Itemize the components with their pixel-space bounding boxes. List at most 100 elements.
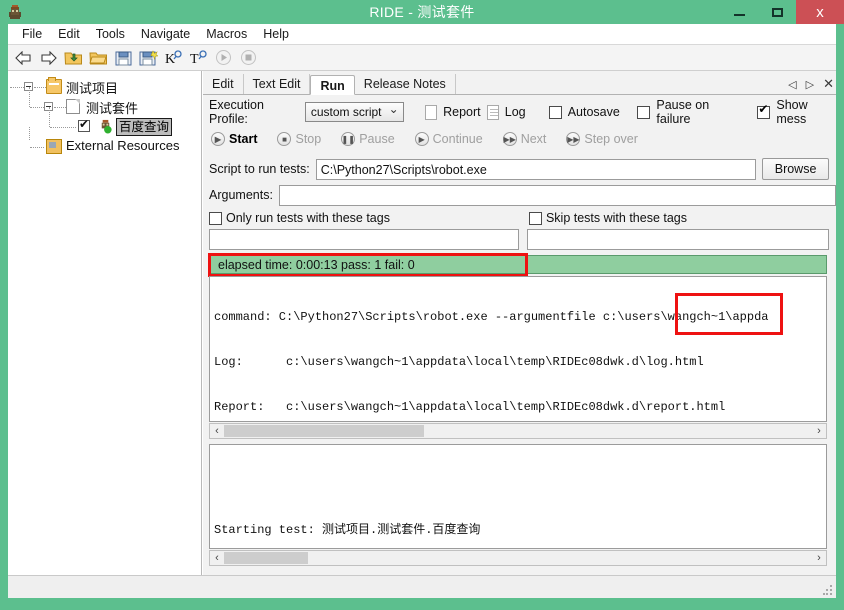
main-toolbar: K T [8, 45, 836, 71]
console-line: Report: c:\users\wangch~1\appdata\local\… [214, 400, 726, 414]
scroll-left-icon[interactable]: ‹ [210, 425, 224, 437]
tab-run[interactable]: Run [310, 75, 355, 95]
tag-input-row [203, 228, 836, 250]
save-all-icon[interactable] [137, 47, 160, 69]
console-hscrollbar[interactable]: ‹ › [209, 423, 827, 439]
arguments-input[interactable] [278, 184, 836, 206]
close-button[interactable]: x [796, 0, 844, 24]
browse-button[interactable]: Browse [761, 158, 830, 180]
title-bar: RIDE - 测试套件 x [0, 0, 844, 24]
minimize-icon [733, 14, 745, 16]
log-button[interactable]: Log [505, 105, 526, 119]
start-button[interactable]: ▶ Start [211, 132, 257, 146]
skip-tags-label: Skip tests with these tags [545, 211, 688, 225]
log-hscrollbar[interactable]: ‹ › [209, 550, 827, 566]
menu-item-edit[interactable]: Edit [50, 25, 88, 44]
resize-grip[interactable] [823, 585, 833, 595]
menu-item-tools[interactable]: Tools [88, 25, 133, 44]
next-button-label: Next [520, 132, 547, 146]
run-output-console[interactable]: command: C:\Python27\Scripts\robot.exe -… [209, 276, 827, 422]
skip-tags-input[interactable] [527, 228, 829, 250]
run-controls-row: ▶ Start ■ Stop ❚❚ Pause ▶ Continue ▶▶ Ne… [203, 127, 836, 151]
ride-application-window: RIDE - 测试套件 x File Edit Tools Navigate M… [0, 0, 844, 610]
next-button[interactable]: ▶▶ Next [502, 132, 547, 146]
continue-button-label: Continue [432, 132, 483, 146]
tab-close-icon[interactable]: ✕ [823, 76, 834, 92]
forward-arrow-icon[interactable] [37, 47, 60, 69]
scroll-thumb[interactable] [224, 425, 424, 437]
autosave-checkbox[interactable] [548, 105, 562, 119]
save-icon[interactable] [112, 47, 135, 69]
report-button[interactable]: Report [443, 105, 481, 119]
only-run-tags-input[interactable] [209, 228, 519, 250]
run-icon[interactable] [212, 47, 235, 69]
continue-button[interactable]: ▶ Continue [414, 132, 483, 146]
editor-pane: Edit Text Edit Run Release Notes ◁ ▷ ✕ E… [203, 71, 836, 575]
tab-navigation: ◁ ▷ ✕ [788, 76, 834, 92]
show-message-label: Show mess [776, 98, 808, 126]
menu-item-navigate[interactable]: Navigate [133, 25, 198, 44]
tree-node-testcase[interactable]: 百度查询 [8, 107, 201, 137]
only-run-tags-label: Only run tests with these tags [226, 211, 390, 225]
main-content: 测试项目 测试套件 ✔ 百度查询 External Resources Edit… [8, 71, 836, 575]
pause-button[interactable]: ❚❚ Pause [341, 132, 395, 146]
execution-profile-select[interactable]: custom script [304, 100, 404, 122]
maximize-button[interactable] [758, 0, 796, 24]
tab-release-notes[interactable]: Release Notes [354, 74, 456, 94]
scroll-track[interactable] [424, 425, 812, 437]
arguments-row: Arguments: [203, 183, 836, 207]
report-icon [424, 104, 438, 120]
skip-tags-checkbox[interactable] [528, 211, 542, 225]
menu-bar: File Edit Tools Navigate Macros Help [8, 24, 836, 45]
stop-icon: ■ [277, 132, 292, 146]
tree-connector [30, 147, 44, 148]
back-arrow-icon[interactable] [12, 47, 35, 69]
menu-item-file[interactable]: File [14, 25, 50, 44]
scroll-right-icon[interactable]: › [812, 552, 826, 564]
test-suite-tree[interactable]: 测试项目 测试套件 ✔ 百度查询 External Resources [8, 71, 202, 575]
step-over-button[interactable]: ▶▶ Step over [566, 132, 638, 146]
scroll-track[interactable] [308, 552, 812, 564]
tree-connector [50, 127, 76, 128]
tree-node-suite[interactable]: 测试套件 [8, 87, 201, 117]
search-tests-icon[interactable]: T [187, 47, 210, 69]
pause-on-failure-checkbox[interactable] [637, 105, 651, 119]
window-controls: x [720, 0, 844, 24]
minimize-button[interactable] [720, 0, 758, 24]
tree-node-project[interactable]: 测试项目 [8, 77, 201, 97]
pause-button-label: Pause [359, 132, 395, 146]
play-icon: ▶ [211, 132, 225, 146]
menu-item-macros[interactable]: Macros [198, 25, 255, 44]
script-label: Script to run tests: [209, 162, 310, 176]
stop-icon[interactable] [237, 47, 260, 69]
stop-button[interactable]: ■ Stop [277, 132, 321, 146]
open-folder-icon[interactable] [87, 47, 110, 69]
scroll-left-icon[interactable]: ‹ [210, 552, 224, 564]
search-keyword-icon[interactable]: K [162, 47, 185, 69]
tree-connector [29, 87, 30, 107]
only-run-tags-checkbox[interactable] [209, 211, 222, 225]
scroll-thumb[interactable] [224, 552, 308, 564]
run-message-log[interactable]: Starting test: 测试项目.测试套件.百度查询 20190110 1… [209, 444, 827, 549]
open-directory-icon[interactable] [62, 47, 85, 69]
tab-prev-icon[interactable]: ◁ [788, 78, 796, 91]
log-line: Starting test: 测试项目.测试套件.百度查询 [214, 523, 481, 537]
window-status-bar [8, 575, 836, 598]
script-input[interactable]: C:\Python27\Scripts\robot.exe [315, 158, 756, 180]
tab-next-icon[interactable]: ▷ [806, 78, 814, 91]
step-over-icon: ▶▶ [566, 132, 581, 146]
tree-node-external-resources-label: External Resources [66, 138, 180, 153]
show-message-checkbox[interactable] [757, 102, 771, 119]
autosave-label: Autosave [567, 105, 620, 119]
run-panel: Execution Profile: custom script Report … [203, 95, 836, 575]
tree-connector [49, 107, 50, 127]
robot-icon [101, 119, 112, 134]
menu-item-help[interactable]: Help [255, 25, 297, 44]
testcase-checkbox[interactable] [78, 117, 90, 132]
tab-edit[interactable]: Edit [203, 74, 244, 94]
tree-node-external-resources[interactable]: External Resources [8, 127, 201, 157]
tab-text-edit[interactable]: Text Edit [243, 74, 311, 94]
scroll-right-icon[interactable]: › [812, 425, 826, 437]
pause-on-failure-label: Pause on failure [656, 98, 710, 126]
